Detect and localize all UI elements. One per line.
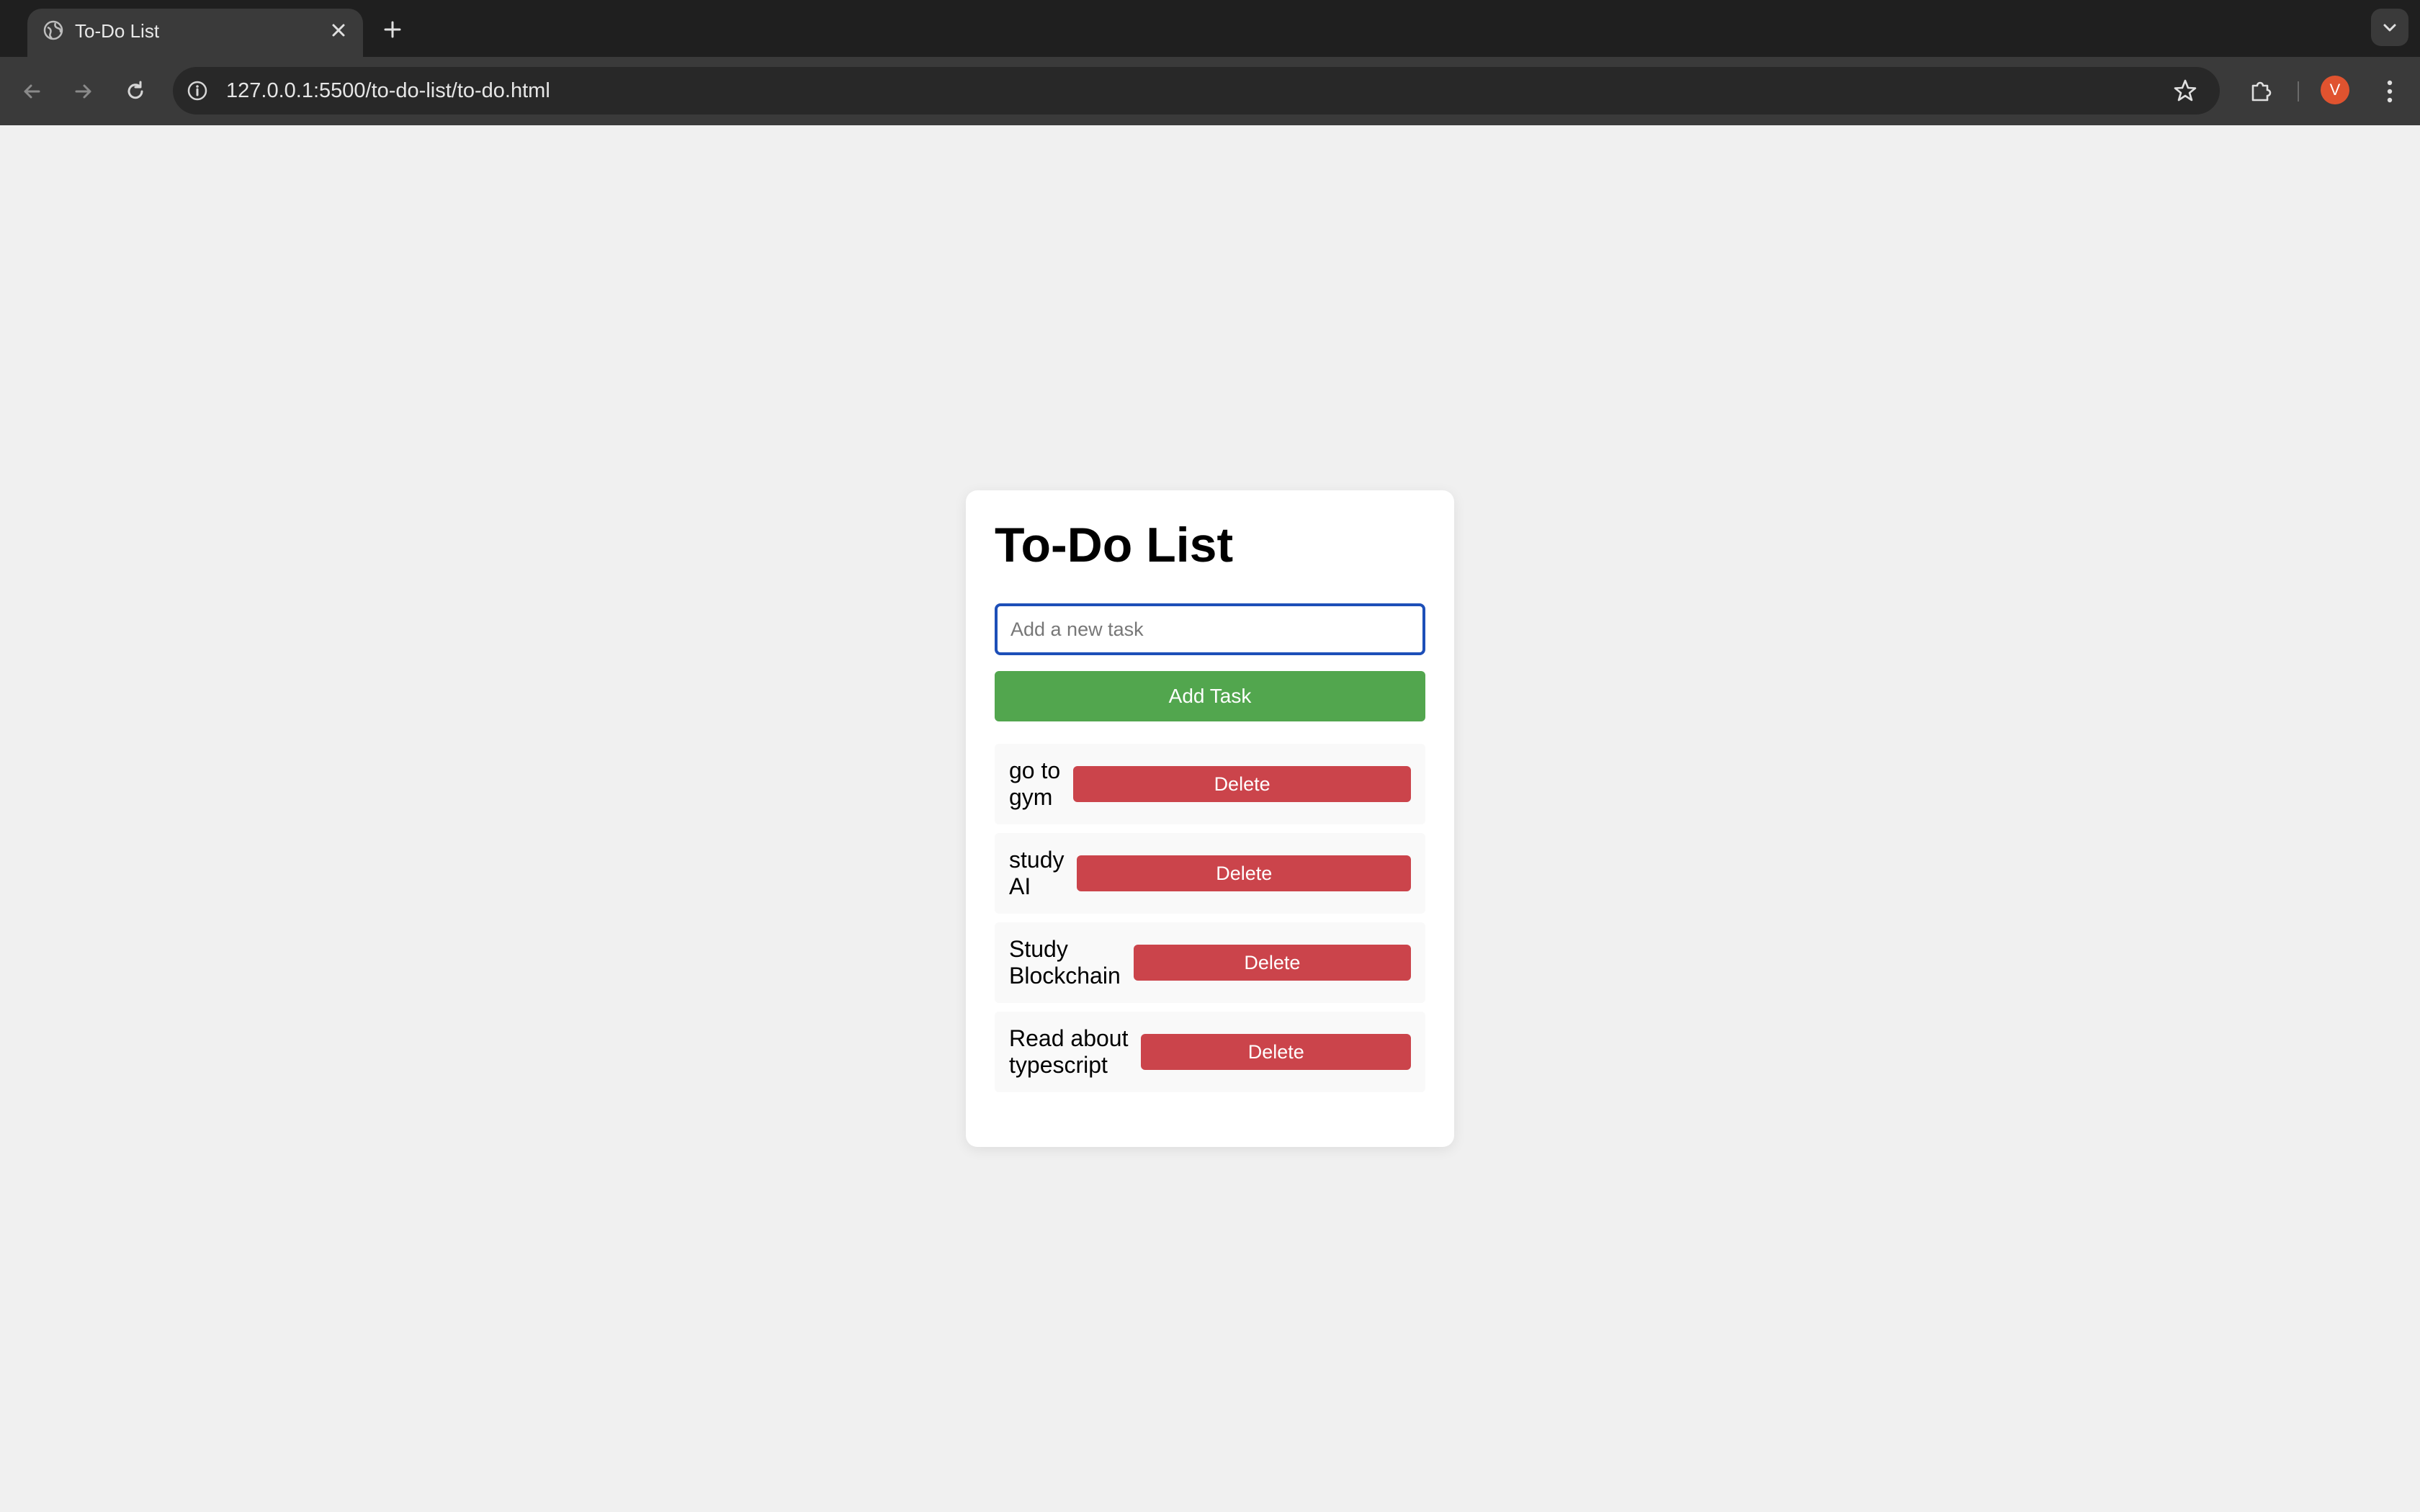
tab-strip: To-Do List	[0, 0, 2420, 57]
task-text: study AI	[1009, 847, 1065, 899]
extensions-button[interactable]	[2240, 71, 2280, 112]
page-title: To-Do List	[995, 518, 1234, 572]
browser-toolbar: 127.0.0.1:5500/to-do-list/to-do.html	[0, 57, 2420, 125]
task-item: Study Blockchain Delete	[995, 922, 1425, 1003]
star-icon[interactable]	[2172, 78, 2198, 104]
url-text[interactable]: 127.0.0.1:5500/to-do-list/to-do.html	[226, 67, 550, 114]
arrow-right-icon	[75, 84, 91, 99]
back-button[interactable]	[12, 71, 52, 112]
add-task-button[interactable]: Add Task	[995, 671, 1425, 721]
delete-task-button[interactable]: Delete	[1133, 945, 1411, 981]
forward-button[interactable]	[63, 71, 104, 112]
browser-chrome: To-Do List 127.0.0.1:5500/to-do-list/to-…	[0, 0, 2420, 125]
new-task-input[interactable]	[995, 603, 1425, 655]
globe-icon	[43, 20, 63, 40]
task-list: go to gym Delete study AI Delete Study B…	[995, 744, 1425, 1101]
plus-icon	[384, 21, 401, 38]
task-item: go to gym Delete	[995, 744, 1425, 824]
todo-card: To-Do List Add Task go to gym Delete stu…	[966, 490, 1454, 1147]
task-text: Read about typescript	[1009, 1025, 1129, 1078]
tab-title: To-Do List	[75, 20, 160, 42]
close-icon[interactable]	[327, 19, 350, 42]
task-text: go to gym	[1009, 757, 1061, 810]
toolbar-divider	[2298, 81, 2299, 102]
task-item: study AI Delete	[995, 833, 1425, 914]
reload-icon	[127, 81, 143, 99]
delete-task-button[interactable]: Delete	[1077, 855, 1411, 891]
chevron-down-icon	[2383, 24, 2396, 32]
reload-button[interactable]	[115, 71, 156, 112]
info-icon[interactable]	[186, 79, 209, 102]
browser-menu-button[interactable]	[2370, 71, 2410, 112]
task-text: Study Blockchain	[1009, 936, 1121, 989]
task-item: Read about typescript Delete	[995, 1012, 1425, 1092]
more-vert-icon	[2387, 80, 2393, 103]
profile-avatar[interactable]: V	[2321, 76, 2349, 104]
browser-tab[interactable]: To-Do List	[27, 9, 363, 57]
delete-task-button[interactable]: Delete	[1073, 766, 1411, 802]
delete-task-button[interactable]: Delete	[1141, 1034, 1411, 1070]
puzzle-icon	[2251, 81, 2272, 102]
new-tab-button[interactable]	[377, 14, 408, 45]
arrow-left-icon	[24, 84, 40, 99]
tab-search-button[interactable]	[2371, 9, 2408, 46]
address-bar[interactable]: 127.0.0.1:5500/to-do-list/to-do.html	[173, 67, 2220, 114]
